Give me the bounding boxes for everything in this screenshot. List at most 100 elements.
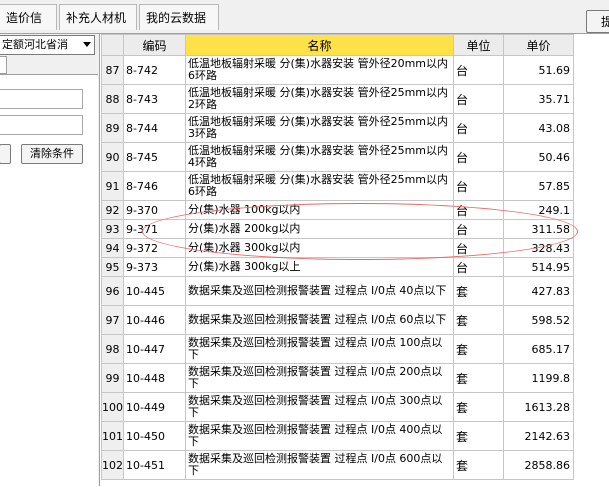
row-price[interactable]: 427.83 bbox=[503, 276, 574, 306]
row-unit[interactable]: 套 bbox=[453, 421, 504, 451]
row-unit[interactable]: 套 bbox=[453, 363, 504, 393]
row-name[interactable]: 分(集)水器 100kg以内 bbox=[185, 200, 454, 220]
row-code[interactable]: 10-446 bbox=[123, 305, 186, 335]
row-price[interactable]: 2142.63 bbox=[503, 421, 574, 451]
row-price[interactable]: 35.71 bbox=[503, 84, 574, 114]
row-name[interactable]: 数据采集及巡回检测报警装置 过程点 I/0点 200点以下 bbox=[185, 363, 454, 393]
row-price[interactable]: 685.17 bbox=[503, 334, 574, 364]
header-name[interactable]: 名称 bbox=[185, 34, 454, 56]
row-name[interactable]: 数据采集及巡回检测报警装置 过程点 I/0点 60点以下 bbox=[185, 305, 454, 335]
table-row[interactable]: 89 8-744 低温地板辐射采暖 分(集)水器安装 管外径25mm以内 3环路… bbox=[101, 113, 574, 143]
row-unit[interactable]: 套 bbox=[453, 392, 504, 422]
row-code[interactable]: 8-742 bbox=[123, 55, 186, 85]
search-button[interactable] bbox=[0, 144, 11, 164]
table-row[interactable]: 92 9-370 分(集)水器 100kg以内 台 249.1 bbox=[101, 200, 574, 220]
region-dropdown[interactable]: 定额河北省消 bbox=[0, 35, 95, 55]
table-row[interactable]: 91 8-746 低温地板辐射采暖 分(集)水器安装 管外径25mm以内 6环路… bbox=[101, 171, 574, 201]
row-name[interactable]: 数据采集及巡回检测报警装置 过程点 I/0点 300点以下 bbox=[185, 392, 454, 422]
tab-supplementary-materials[interactable]: 补充人材机 bbox=[59, 4, 137, 30]
row-code[interactable]: 9-373 bbox=[123, 257, 186, 277]
row-unit[interactable]: 台 bbox=[453, 113, 504, 143]
submit-button[interactable]: 提 bbox=[586, 10, 609, 33]
row-index: 92 bbox=[101, 200, 124, 220]
row-code[interactable]: 8-746 bbox=[123, 171, 186, 201]
row-price[interactable]: 249.1 bbox=[503, 200, 574, 220]
header-code[interactable]: 编码 bbox=[123, 34, 186, 56]
row-price[interactable]: 311.58 bbox=[503, 219, 574, 239]
tab-price-info[interactable]: 造价信息 bbox=[0, 4, 57, 51]
row-price[interactable]: 514.95 bbox=[503, 257, 574, 277]
row-unit[interactable]: 台 bbox=[453, 200, 504, 220]
row-name[interactable]: 低温地板辐射采暖 分(集)水器安装 管外径25mm以内 4环路 bbox=[185, 142, 454, 172]
row-price[interactable]: 2858.86 bbox=[503, 450, 574, 480]
row-name[interactable]: 数据采集及巡回检测报警装置 过程点 I/0点 40点以下 bbox=[185, 276, 454, 306]
row-unit[interactable]: 台 bbox=[453, 171, 504, 201]
table-row[interactable]: 99 10-448 数据采集及巡回检测报警装置 过程点 I/0点 200点以下 … bbox=[101, 363, 574, 393]
row-name[interactable]: 数据采集及巡回检测报警装置 过程点 I/0点 100点以下 bbox=[185, 334, 454, 364]
row-code[interactable]: 8-745 bbox=[123, 142, 186, 172]
row-index: 93 bbox=[101, 219, 124, 239]
panel-tab[interactable] bbox=[0, 56, 7, 74]
table-row[interactable]: 93 9-371 分(集)水器 200kg以内 台 311.58 bbox=[101, 219, 574, 239]
row-unit[interactable]: 台 bbox=[453, 238, 504, 258]
row-code[interactable]: 10-448 bbox=[123, 363, 186, 393]
table-row[interactable]: 102 10-451 数据采集及巡回检测报警装置 过程点 I/0点 600点以下… bbox=[101, 450, 574, 480]
row-code[interactable]: 9-372 bbox=[123, 238, 186, 258]
row-unit[interactable]: 套 bbox=[453, 334, 504, 364]
row-price[interactable]: 1199.8 bbox=[503, 363, 574, 393]
table-row[interactable]: 90 8-745 低温地板辐射采暖 分(集)水器安装 管外径25mm以内 4环路… bbox=[101, 142, 574, 172]
tab-my-cloud-data[interactable]: 我的云数据 bbox=[139, 4, 219, 30]
row-name[interactable]: 分(集)水器 200kg以内 bbox=[185, 219, 454, 239]
table-row[interactable]: 101 10-450 数据采集及巡回检测报警装置 过程点 I/0点 400点以下… bbox=[101, 421, 574, 451]
row-price[interactable]: 1613.28 bbox=[503, 392, 574, 422]
row-price[interactable]: 43.08 bbox=[503, 113, 574, 143]
row-name[interactable]: 低温地板辐射采暖 分(集)水器安装 管外径25mm以内 2环路 bbox=[185, 84, 454, 114]
chevron-down-icon[interactable] bbox=[83, 42, 91, 47]
row-name[interactable]: 低温地板辐射采暖 分(集)水器安装 管外径25mm以内 6环路 bbox=[185, 171, 454, 201]
row-unit[interactable]: 台 bbox=[453, 142, 504, 172]
row-unit[interactable]: 台 bbox=[453, 257, 504, 277]
region-dropdown-value: 定额河北省消 bbox=[2, 38, 68, 51]
row-unit[interactable]: 台 bbox=[453, 55, 504, 85]
table-row[interactable]: 94 9-372 分(集)水器 300kg以内 台 328.43 bbox=[101, 238, 574, 258]
row-code[interactable]: 10-449 bbox=[123, 392, 186, 422]
header-index bbox=[101, 34, 124, 56]
row-name[interactable]: 分(集)水器 300kg以内 bbox=[185, 238, 454, 258]
header-price[interactable]: 单价 bbox=[503, 34, 574, 56]
row-price[interactable]: 598.52 bbox=[503, 305, 574, 335]
clear-conditions-button[interactable]: 清除条件 bbox=[21, 144, 83, 164]
row-unit[interactable]: 台 bbox=[453, 219, 504, 239]
row-name[interactable]: 分(集)水器 300kg以上 bbox=[185, 257, 454, 277]
row-price[interactable]: 50.46 bbox=[503, 142, 574, 172]
table-row[interactable]: 96 10-445 数据采集及巡回检测报警装置 过程点 I/0点 40点以下 套… bbox=[101, 276, 574, 306]
row-price[interactable]: 57.85 bbox=[503, 171, 574, 201]
row-code[interactable]: 10-445 bbox=[123, 276, 186, 306]
table-row[interactable]: 97 10-446 数据采集及巡回检测报警装置 过程点 I/0点 60点以下 套… bbox=[101, 305, 574, 335]
row-unit[interactable]: 台 bbox=[453, 84, 504, 114]
table-row[interactable]: 98 10-447 数据采集及巡回检测报警装置 过程点 I/0点 100点以下 … bbox=[101, 334, 574, 364]
header-unit[interactable]: 单位 bbox=[453, 34, 504, 56]
row-code[interactable]: 10-447 bbox=[123, 334, 186, 364]
row-name[interactable]: 低温地板辐射采暖 分(集)水器安装 管外径25mm以内 3环路 bbox=[185, 113, 454, 143]
row-name[interactable]: 数据采集及巡回检测报警装置 过程点 I/0点 400点以下 bbox=[185, 421, 454, 451]
row-code[interactable]: 10-450 bbox=[123, 421, 186, 451]
row-name[interactable]: 低温地板辐射采暖 分(集)水器安装 管外径20mm以内 6环路 bbox=[185, 55, 454, 85]
filter-form: 清除条件 bbox=[0, 74, 98, 487]
filter-input-1[interactable] bbox=[0, 89, 83, 109]
row-unit[interactable]: 套 bbox=[453, 276, 504, 306]
row-code[interactable]: 10-451 bbox=[123, 450, 186, 480]
row-price[interactable]: 328.43 bbox=[503, 238, 574, 258]
row-code[interactable]: 9-371 bbox=[123, 219, 186, 239]
row-code[interactable]: 8-744 bbox=[123, 113, 186, 143]
row-price[interactable]: 51.69 bbox=[503, 55, 574, 85]
table-row[interactable]: 100 10-449 数据采集及巡回检测报警装置 过程点 I/0点 300点以下… bbox=[101, 392, 574, 422]
row-code[interactable]: 8-743 bbox=[123, 84, 186, 114]
table-row[interactable]: 88 8-743 低温地板辐射采暖 分(集)水器安装 管外径25mm以内 2环路… bbox=[101, 84, 574, 114]
row-unit[interactable]: 套 bbox=[453, 305, 504, 335]
row-name[interactable]: 数据采集及巡回检测报警装置 过程点 I/0点 600点以下 bbox=[185, 450, 454, 480]
table-row[interactable]: 87 8-742 低温地板辐射采暖 分(集)水器安装 管外径20mm以内 6环路… bbox=[101, 55, 574, 85]
filter-input-2[interactable] bbox=[0, 115, 83, 135]
row-code[interactable]: 9-370 bbox=[123, 200, 186, 220]
row-unit[interactable]: 套 bbox=[453, 450, 504, 480]
table-row[interactable]: 95 9-373 分(集)水器 300kg以上 台 514.95 bbox=[101, 257, 574, 277]
